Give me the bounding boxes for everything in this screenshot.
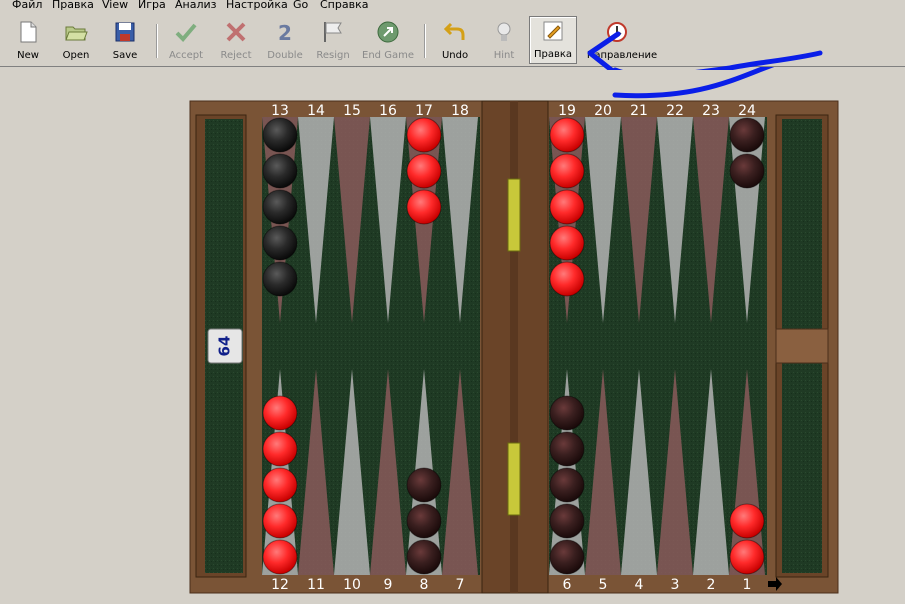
point-label-top: 18 <box>451 103 469 119</box>
resign-button[interactable]: Resign <box>309 18 357 62</box>
checker-black[interactable] <box>262 117 298 153</box>
flag-icon <box>324 22 342 42</box>
open-folder-icon <box>65 26 88 41</box>
edit-pencil-icon <box>543 21 563 41</box>
save-label: Save <box>112 50 138 61</box>
checkmark-icon <box>175 23 197 42</box>
menu-edit[interactable]: Правка <box>52 0 94 11</box>
cross-icon <box>226 22 246 42</box>
direction-clock-icon <box>607 22 627 42</box>
point-label-top: 20 <box>594 103 612 119</box>
checker-black[interactable] <box>406 503 442 539</box>
point-label-top: 14 <box>307 103 325 119</box>
checker-black[interactable] <box>262 261 298 297</box>
annotation-arrow <box>612 51 823 99</box>
point-label-bottom: 10 <box>343 577 361 593</box>
menu-bar: Файл Правка View Игра Анализ Настройка G… <box>0 0 905 14</box>
checker-red[interactable] <box>406 117 442 153</box>
point-label-top: 16 <box>379 103 397 119</box>
cube-value: 64 <box>216 336 234 357</box>
point-label-bottom: 5 <box>599 577 608 593</box>
checker-black[interactable] <box>549 503 585 539</box>
menu-settings[interactable]: Настройка <box>226 0 288 11</box>
edit-button[interactable]: Правка <box>529 16 577 64</box>
checker-black[interactable] <box>262 225 298 261</box>
point-label-bottom: 7 <box>456 577 465 593</box>
checker-black[interactable] <box>406 539 442 575</box>
checker-red[interactable] <box>262 539 298 575</box>
menu-analysis[interactable]: Анализ <box>175 0 217 11</box>
point-label-top: 22 <box>666 103 684 119</box>
end-game-button[interactable]: End Game <box>362 18 414 62</box>
checker-black[interactable] <box>549 395 585 431</box>
point-label-bottom: 11 <box>307 577 325 593</box>
point-label-top: 21 <box>630 103 648 119</box>
menu-file[interactable]: Файл <box>12 0 42 11</box>
point-label-top: 13 <box>271 103 289 119</box>
checker-black[interactable] <box>549 431 585 467</box>
checker-red[interactable] <box>262 503 298 539</box>
direction-button[interactable]: Направление <box>587 18 657 62</box>
save-button[interactable]: Save <box>101 18 149 62</box>
checker-red[interactable] <box>549 225 585 261</box>
menu-game[interactable]: Игра <box>138 0 166 11</box>
end-game-label: End Game <box>362 50 414 61</box>
point-label-bottom: 3 <box>671 577 680 593</box>
point-label-bottom: 8 <box>420 577 429 593</box>
checker-black[interactable] <box>406 467 442 503</box>
point-label-bottom: 9 <box>384 577 393 593</box>
point-label-top: 24 <box>738 103 756 119</box>
point-label-bottom: 1 <box>743 577 752 593</box>
checker-red[interactable] <box>729 503 765 539</box>
menu-help[interactable]: Справка <box>320 0 368 11</box>
point-label-top: 23 <box>702 103 720 119</box>
doubling-cube[interactable]: 64 <box>207 328 243 364</box>
point-label-bottom: 12 <box>271 577 289 593</box>
menu-view[interactable]: View <box>102 0 128 11</box>
checker-red[interactable] <box>549 189 585 225</box>
floppy-disk-icon <box>115 22 135 42</box>
direction-label: Направление <box>586 50 658 61</box>
menu-go[interactable]: Go <box>293 0 308 11</box>
checker-black[interactable] <box>262 189 298 225</box>
undo-arrow-icon <box>443 22 465 40</box>
point-label-top: 17 <box>415 103 433 119</box>
checker-red[interactable] <box>406 153 442 189</box>
point-label-bottom: 2 <box>707 577 716 593</box>
checker-black[interactable] <box>262 153 298 189</box>
checker-black[interactable] <box>729 153 765 189</box>
checker-red[interactable] <box>262 431 298 467</box>
checker-black[interactable] <box>549 539 585 575</box>
checker-red[interactable] <box>406 189 442 225</box>
checker-red[interactable] <box>729 539 765 575</box>
point-label-top: 19 <box>558 103 576 119</box>
board-area: 13 12 14 11 15 10 16 9 17 8 18 7 19 6 20 5 21 4 22 3 23 2 24 1 … <box>0 31 905 601</box>
point-label-top: 15 <box>343 103 361 119</box>
point-label-bottom: 4 <box>635 577 644 593</box>
lightbulb-icon <box>497 22 511 41</box>
end-game-icon <box>377 21 399 43</box>
checker-black[interactable] <box>549 467 585 503</box>
checker-black[interactable] <box>729 117 765 153</box>
point-label-bottom: 6 <box>563 577 572 593</box>
checker-red[interactable] <box>262 395 298 431</box>
checker-red[interactable] <box>262 467 298 503</box>
checker-red[interactable] <box>549 153 585 189</box>
svg-text:2: 2 <box>278 21 292 44</box>
toolbar: New Open Save Accept Reject 2 Double Res… <box>0 14 905 67</box>
new-file-icon <box>20 21 37 43</box>
double-cube-icon: 2 <box>278 21 292 44</box>
backgammon-board[interactable]: 131214111510169178187196205214223232241 … <box>0 51 905 601</box>
checker-red[interactable] <box>549 117 585 153</box>
checker-red[interactable] <box>549 261 585 297</box>
